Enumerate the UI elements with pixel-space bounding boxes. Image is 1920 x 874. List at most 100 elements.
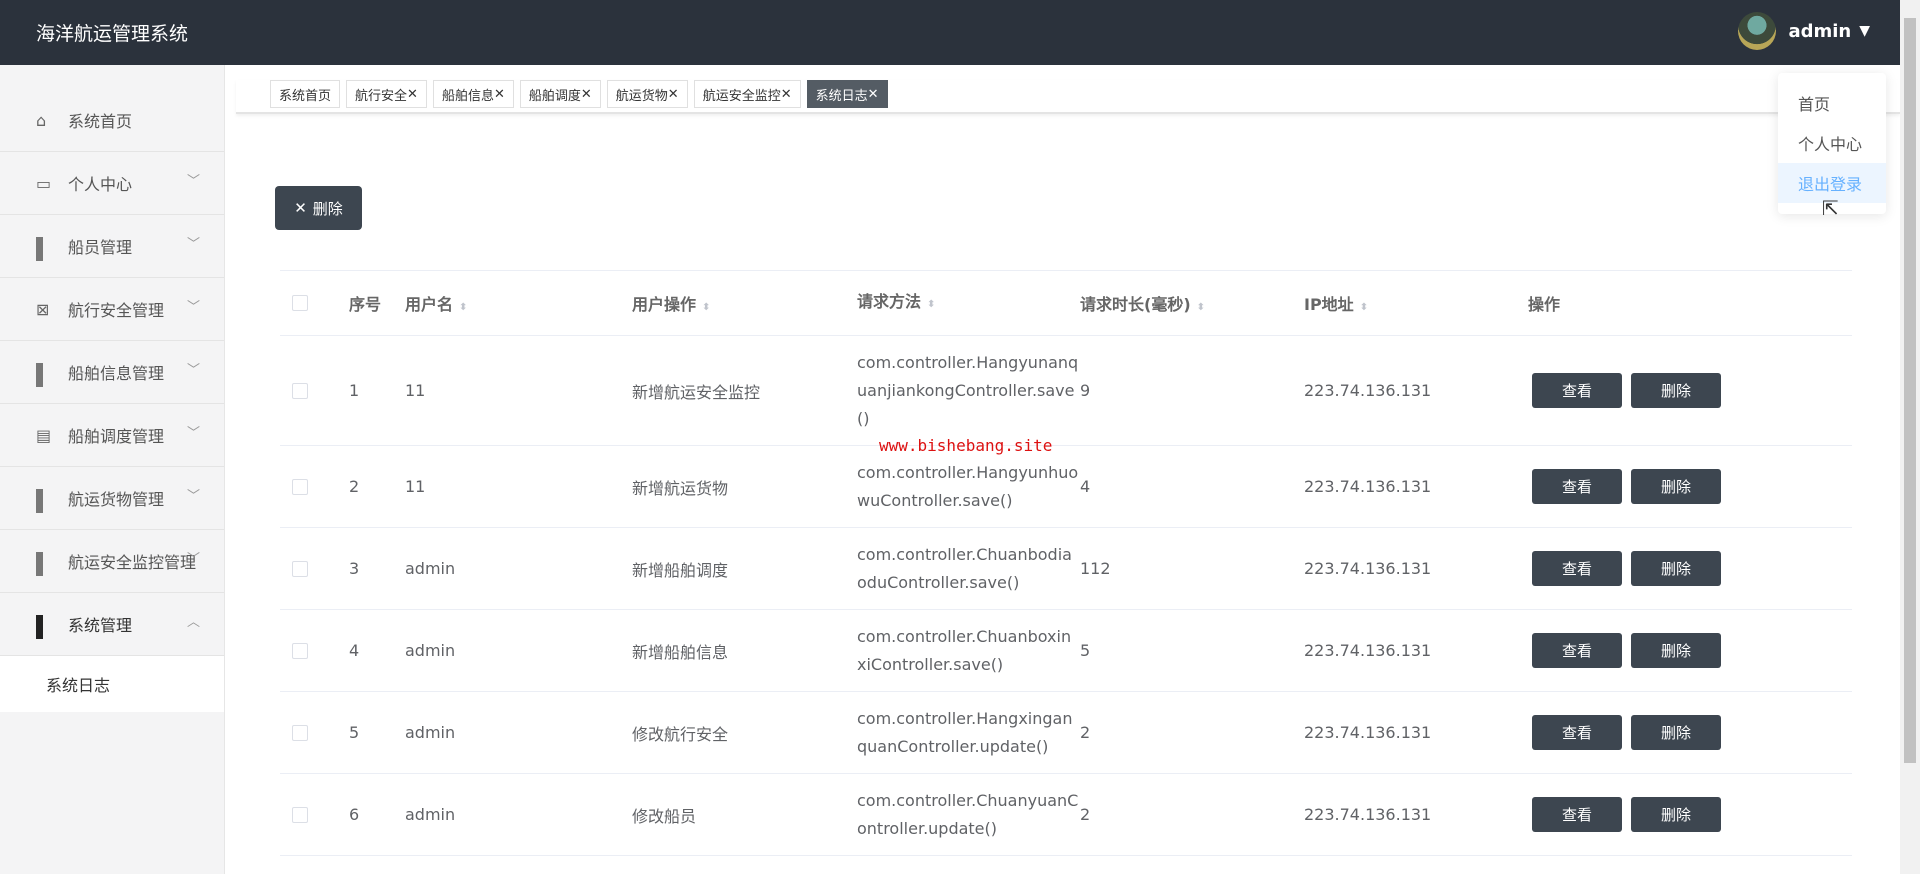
column-header: 操作 — [1528, 291, 1560, 315]
view-button[interactable]: 查看 — [1532, 797, 1622, 832]
tab-label: 船舶调度 — [529, 85, 581, 104]
cell: 3 — [349, 559, 359, 578]
view-button[interactable]: 查看 — [1532, 469, 1622, 504]
view-button[interactable]: 查看 — [1532, 715, 1622, 750]
cell: com.controller.ChuanbodiaoduController.s… — [857, 541, 1079, 597]
sidebar-item-label: 航行安全管理 — [68, 297, 164, 321]
sort-icon[interactable]: ⬍ — [459, 302, 467, 313]
caret-down-icon[interactable]: ▼ — [1859, 23, 1870, 39]
tab-0[interactable]: 系统首页 — [270, 80, 340, 108]
cell: 223.74.136.131 — [1304, 641, 1431, 660]
close-icon: ✕ — [294, 199, 307, 217]
row-checkbox[interactable] — [292, 643, 308, 659]
column-header[interactable]: 用户名 ⬍ — [405, 291, 467, 315]
menu-item-home[interactable]: 首页 — [1778, 83, 1886, 123]
delete-button[interactable]: 删除 — [1631, 469, 1721, 504]
cell: 223.74.136.131 — [1304, 559, 1431, 578]
sort-icon[interactable]: ⬍ — [1360, 302, 1368, 313]
sidebar-item-4[interactable]: 船舶信息管理﹀ — [0, 341, 224, 404]
column-header[interactable]: 用户操作⬍ — [632, 291, 710, 315]
column-header-label: 操作 — [1528, 295, 1560, 314]
scrollbar-thumb[interactable] — [1904, 18, 1916, 763]
column-header[interactable]: 请求方法⬍ — [857, 288, 1079, 319]
column-header[interactable]: IP地址⬍ — [1304, 291, 1368, 315]
row-checkbox[interactable] — [292, 807, 308, 823]
row-checkbox[interactable] — [292, 561, 308, 577]
column-header: 序号 — [349, 291, 381, 315]
delete-button[interactable]: 删除 — [1631, 373, 1721, 408]
column-header-label: 序号 — [349, 295, 381, 314]
tab-6[interactable]: 系统日志✕ — [807, 80, 888, 108]
view-button[interactable]: 查看 — [1532, 633, 1622, 668]
close-tab-icon[interactable]: ✕ — [407, 87, 418, 102]
sidebar-item-7[interactable]: 航运安全监控管理﹀ — [0, 530, 224, 593]
log-table: 序号用户名⬍用户操作⬍请求方法⬍请求时长(毫秒)⬍IP地址⬍操作111新增航运安… — [280, 270, 1852, 856]
cell: 11 — [405, 477, 425, 496]
cell: 6 — [349, 805, 359, 824]
sidebar-item-5[interactable]: ▤船舶调度管理﹀ — [0, 404, 224, 467]
cell: 9 — [1080, 381, 1090, 400]
close-tab-icon[interactable]: ✕ — [494, 87, 505, 102]
tab-label: 航行安全 — [355, 85, 407, 104]
tab-4[interactable]: 航运货物✕ — [607, 80, 688, 108]
tab-label: 系统日志 — [816, 85, 868, 104]
grid-icon — [36, 615, 54, 633]
cell: admin — [405, 559, 455, 578]
cell: 2 — [349, 477, 359, 496]
table-row: 5admin修改航行安全com.controller.Hangxinganqua… — [280, 692, 1852, 774]
sidebar-item-label: 航运安全监控管理 — [68, 549, 196, 573]
view-button[interactable]: 查看 — [1532, 373, 1622, 408]
cell: admin — [405, 641, 455, 660]
select-all-checkbox[interactable] — [292, 295, 308, 311]
sidebar-item-label: 船员管理 — [68, 234, 132, 258]
sort-icon[interactable]: ⬍ — [702, 302, 710, 313]
clipboard-icon: ▤ — [36, 426, 54, 444]
sidebar-item-8[interactable]: 系统管理︿ — [0, 593, 224, 656]
user-menu-trigger[interactable]: admin ▼ — [1738, 12, 1870, 50]
sidebar-subitem-system-log[interactable]: 系统日志 — [0, 656, 224, 712]
delete-button[interactable]: 删除 — [1631, 797, 1721, 832]
delete-button[interactable]: 删除 — [1631, 551, 1721, 586]
menu-item-profile[interactable]: 个人中心 — [1778, 123, 1886, 163]
cell: com.controller.ChuanyuanController.updat… — [857, 787, 1079, 843]
delete-button[interactable]: 删除 — [1631, 715, 1721, 750]
sidebar-item-0[interactable]: ⌂系统首页 — [0, 89, 224, 152]
close-tab-icon[interactable]: ✕ — [781, 87, 792, 102]
chevron-down-icon: ﹀ — [187, 359, 200, 378]
sidebar-item-1[interactable]: ▭个人中心﹀ — [0, 152, 224, 215]
scrollbar[interactable] — [1900, 0, 1920, 874]
cell: 223.74.136.131 — [1304, 477, 1431, 496]
watermark: www.bishebang.site — [879, 436, 1052, 455]
batch-delete-button[interactable]: ✕ 删除 — [275, 186, 362, 230]
column-header[interactable]: 请求时长(毫秒)⬍ — [1080, 291, 1205, 315]
row-checkbox[interactable] — [292, 479, 308, 495]
sort-icon[interactable]: ⬍ — [1197, 302, 1205, 313]
username[interactable]: admin — [1788, 21, 1851, 42]
close-tab-icon[interactable]: ✕ — [668, 87, 679, 102]
cell: 223.74.136.131 — [1304, 381, 1431, 400]
close-tab-icon[interactable]: ✕ — [581, 87, 592, 102]
row-checkbox[interactable] — [292, 383, 308, 399]
cell: 11 — [405, 381, 425, 400]
sidebar-item-3[interactable]: ⊠航行安全管理﹀ — [0, 278, 224, 341]
tab-label: 船舶信息 — [442, 85, 494, 104]
close-tab-icon[interactable]: ✕ — [868, 87, 879, 102]
sidebar-item-label: 航运货物管理 — [68, 486, 164, 510]
sort-icon[interactable]: ⬍ — [927, 299, 935, 310]
column-header-label: 用户名 — [405, 295, 453, 314]
delete-button[interactable]: 删除 — [1631, 633, 1721, 668]
view-button[interactable]: 查看 — [1532, 551, 1622, 586]
row-checkbox[interactable] — [292, 725, 308, 741]
tab-5[interactable]: 航运安全监控✕ — [694, 80, 801, 108]
chevron-down-icon: ﹀ — [187, 170, 200, 189]
avatar[interactable] — [1738, 12, 1776, 50]
tab-3[interactable]: 船舶调度✕ — [520, 80, 601, 108]
cell: 新增船舶信息 — [632, 639, 728, 663]
sidebar-item-2[interactable]: 船员管理﹀ — [0, 215, 224, 278]
tab-2[interactable]: 船舶信息✕ — [433, 80, 514, 108]
tab-1[interactable]: 航行安全✕ — [346, 80, 427, 108]
sidebar-item-label: 系统首页 — [68, 108, 132, 132]
sidebar-item-6[interactable]: 航运货物管理﹀ — [0, 467, 224, 530]
chevron-down-icon: ﹀ — [187, 422, 200, 441]
sidebar: ⌂系统首页▭个人中心﹀船员管理﹀⊠航行安全管理﹀船舶信息管理﹀▤船舶调度管理﹀航… — [0, 65, 225, 874]
